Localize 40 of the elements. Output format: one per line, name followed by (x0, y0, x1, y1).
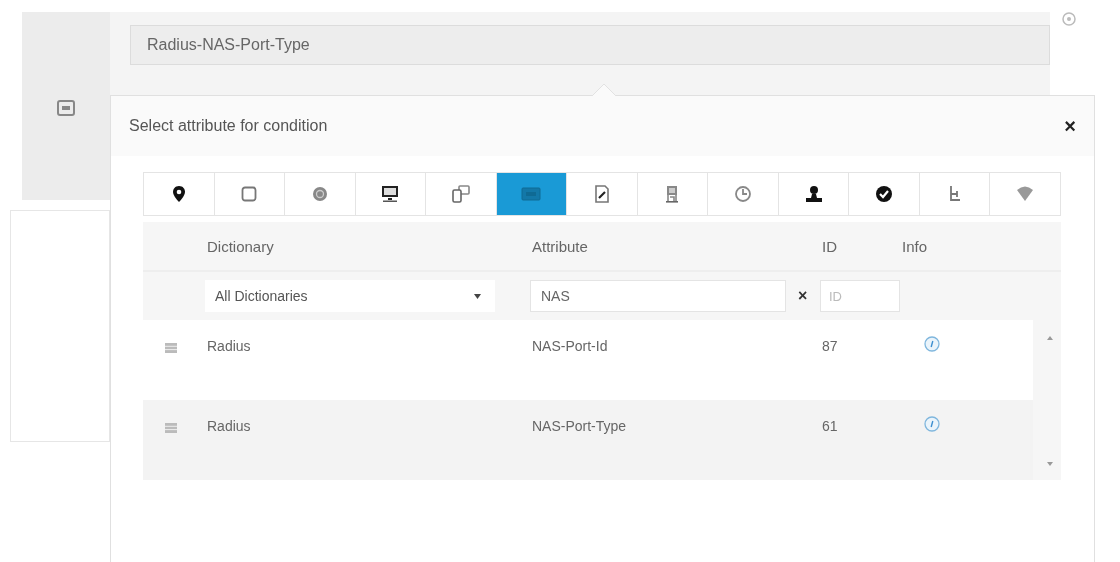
dictionary-select[interactable]: All Dictionaries (205, 280, 495, 312)
settings-icon[interactable] (1062, 12, 1076, 26)
table-icon (165, 343, 177, 353)
caret-icon (474, 293, 481, 299)
document-icon (594, 185, 609, 203)
hierarchy-icon (947, 185, 962, 203)
table-icon (165, 423, 177, 433)
info-icon[interactable] (924, 336, 940, 352)
id-filter[interactable]: ID (820, 280, 900, 312)
kiosk-icon (665, 185, 680, 203)
card-icon (521, 187, 542, 201)
column-header[interactable]: Attribute (532, 237, 588, 255)
square-icon (241, 186, 258, 202)
devices-icon (451, 185, 470, 203)
column-header[interactable]: ID (822, 237, 837, 255)
location-pin-icon (171, 185, 186, 203)
info-icon[interactable] (924, 416, 940, 432)
card-icon (57, 100, 75, 116)
attribute-row[interactable]: Radius NAS-Port-Id 87 (143, 320, 1033, 400)
clock-icon (734, 185, 752, 203)
table-cell: 87 (822, 338, 838, 354)
table-cell: NAS-Port-Type (532, 418, 627, 434)
disc-icon (311, 186, 328, 202)
table-cell: NAS-Port-Id (532, 338, 608, 354)
popover-title: Select attribute for condition (129, 117, 328, 135)
close-button[interactable]: × (1060, 114, 1080, 138)
monitor-icon (381, 185, 400, 203)
attribute-filter[interactable]: NAS (530, 280, 786, 312)
table-cell: Radius (207, 418, 251, 434)
condition-field[interactable]: Radius-NAS-Port-Type (130, 25, 1050, 65)
scroll-up-icon[interactable] (1047, 336, 1053, 340)
table-cell: 61 (822, 418, 838, 434)
table-cell: Radius (207, 338, 251, 354)
person-icon (804, 185, 823, 203)
wifi-icon (1016, 186, 1035, 202)
column-header[interactable]: Dictionary (207, 237, 274, 255)
check-circle-icon (875, 185, 894, 203)
column-header[interactable]: Info (902, 237, 928, 255)
clear-button[interactable]: × (798, 287, 808, 305)
scroll-down-icon[interactable] (1047, 462, 1053, 466)
